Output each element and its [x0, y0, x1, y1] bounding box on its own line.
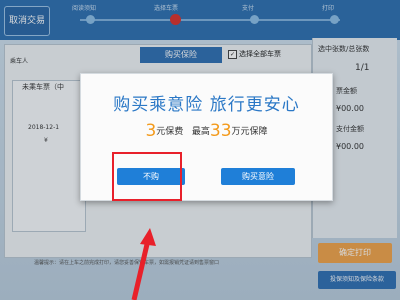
arrow-head [140, 228, 156, 246]
kiosk-screen: 取消交易 阅读须知 选择车票 支付 打印 乘车人 购买保险 ✓ 选择全部车票 未乘… [0, 0, 400, 300]
arrow-shaft [131, 239, 151, 300]
red-arrow-annotation [131, 228, 156, 300]
